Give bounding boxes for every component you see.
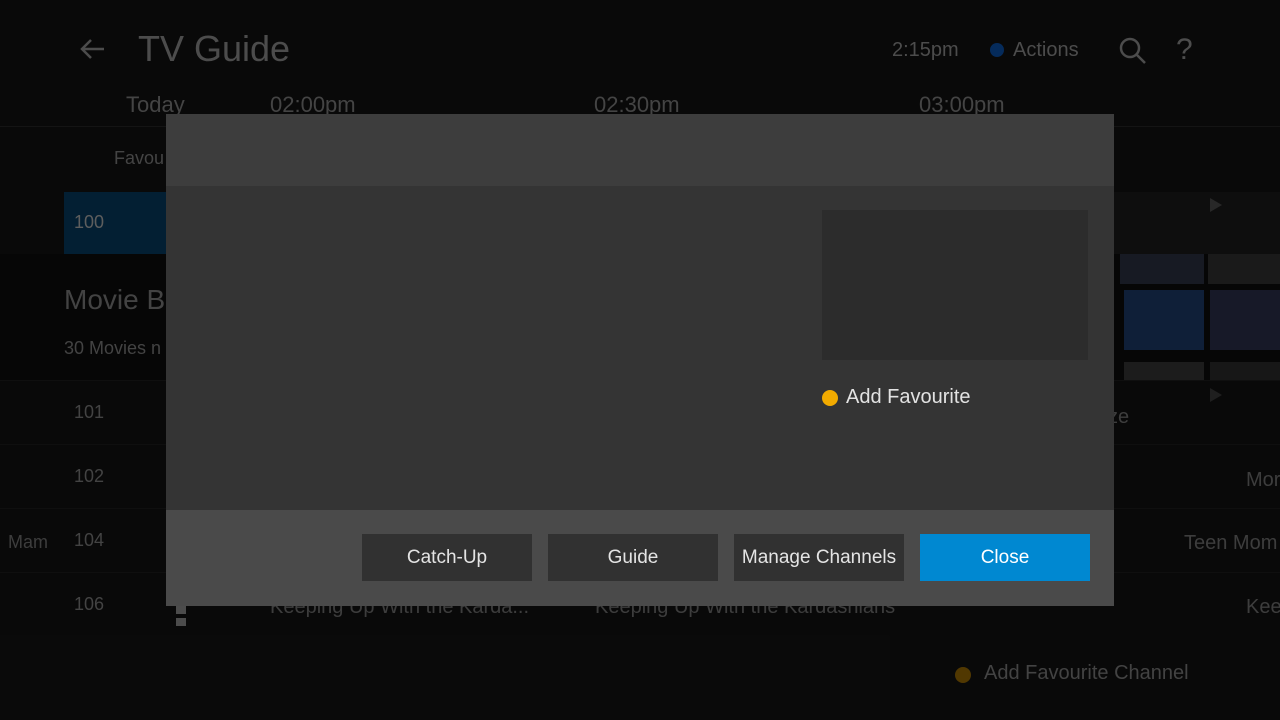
- channel-options-dialog: Add Favourite Catch-Up Guide Manage Chan…: [166, 114, 1114, 606]
- add-favourite-option[interactable]: Add Favourite: [846, 386, 971, 409]
- manage-channels-button[interactable]: Manage Channels: [734, 534, 904, 581]
- guide-button[interactable]: Guide: [548, 534, 718, 581]
- dialog-header: [166, 114, 1114, 186]
- catch-up-button[interactable]: Catch-Up: [362, 534, 532, 581]
- dialog-footer: Catch-Up Guide Manage Channels Close: [166, 510, 1114, 606]
- yellow-dot-icon: [822, 390, 838, 406]
- channel-preview-image: [822, 210, 1088, 360]
- close-button[interactable]: Close: [920, 534, 1090, 581]
